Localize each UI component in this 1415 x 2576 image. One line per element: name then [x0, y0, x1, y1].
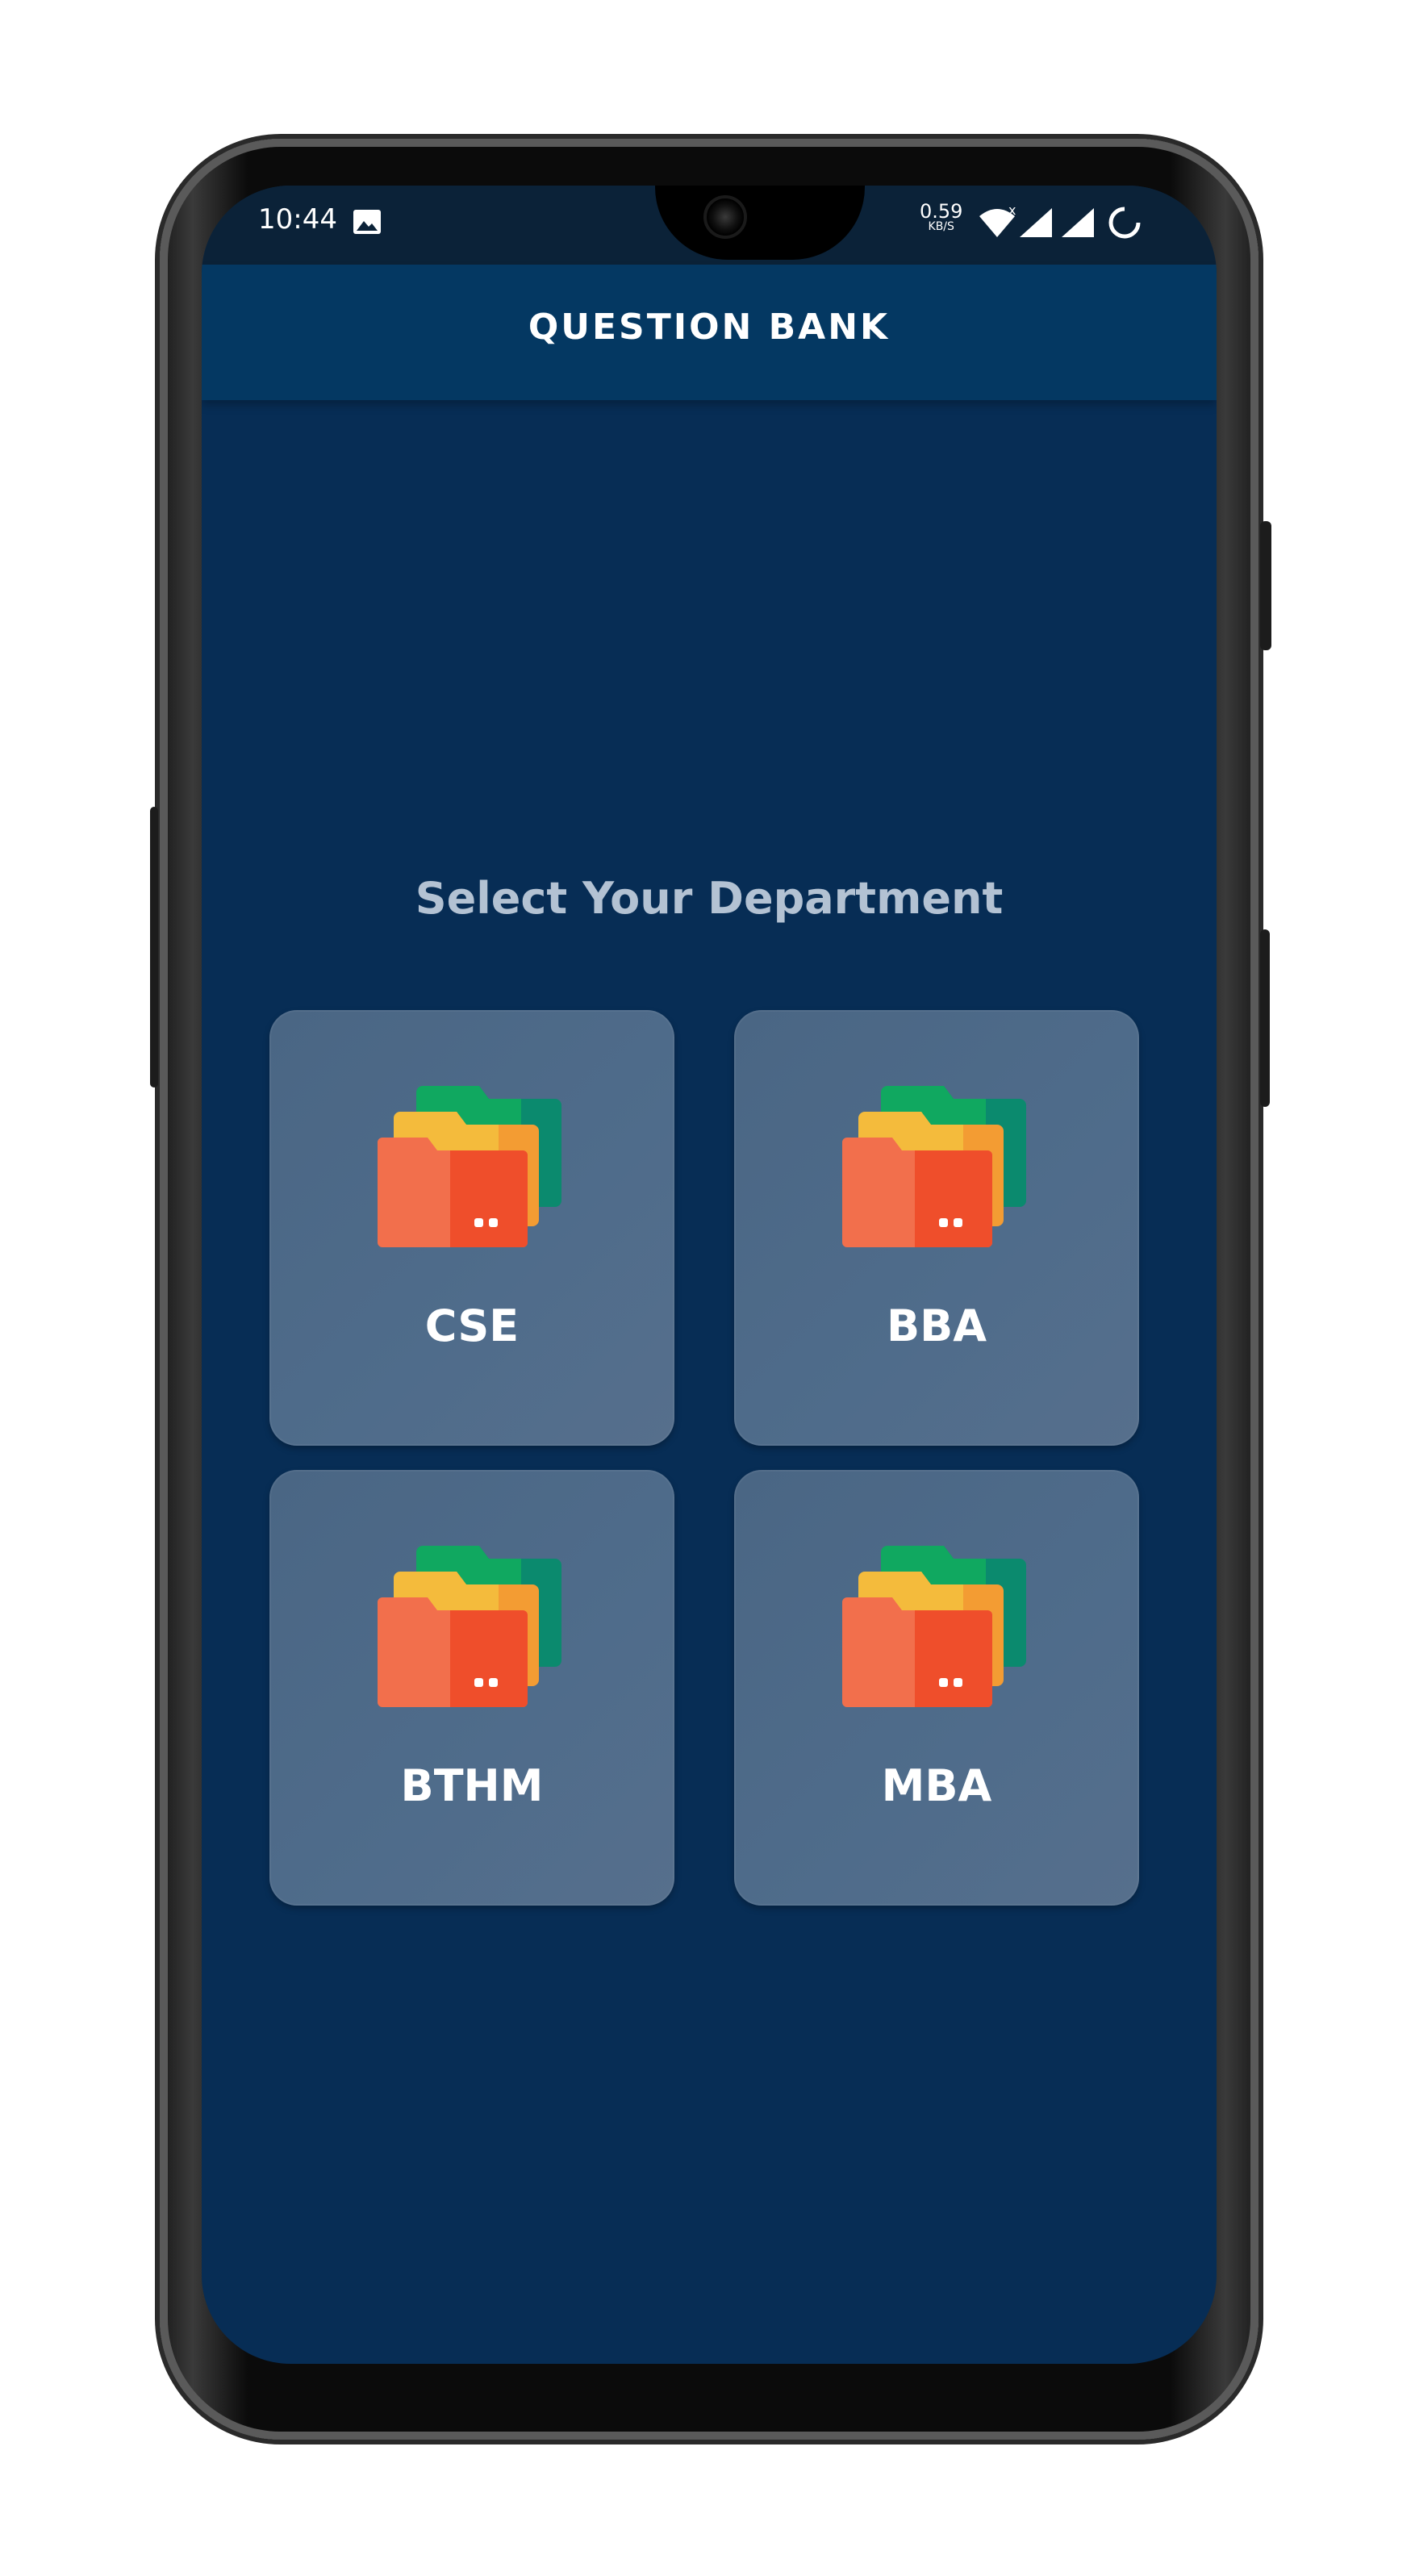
- alert-slider: [1260, 929, 1270, 1107]
- wifi-icon: x: [978, 202, 1016, 242]
- folders-icon: [842, 1546, 1026, 1707]
- svg-text:x: x: [1008, 207, 1016, 218]
- signal-icon: [1018, 207, 1054, 242]
- department-label: MBA: [881, 1760, 992, 1811]
- status-time: 10:44: [258, 203, 337, 236]
- folders-icon: [378, 1546, 561, 1707]
- loading-ring-icon: [1107, 207, 1142, 245]
- department-label: BTHM: [400, 1760, 544, 1811]
- network-speed-value: 0.59: [920, 200, 963, 223]
- department-label: CSE: [424, 1301, 520, 1351]
- folders-icon: [842, 1086, 1026, 1247]
- app-screen: 10:44 0.59 KB/S x QUESTION BANK Select Y…: [202, 186, 1217, 2364]
- department-card-bthm[interactable]: BTHM: [269, 1470, 674, 1906]
- volume-button: [150, 807, 158, 1088]
- app-bar: QUESTION BANK: [202, 265, 1217, 400]
- department-label: BBA: [886, 1301, 987, 1351]
- front-camera: [703, 195, 747, 239]
- department-card-bba[interactable]: BBA: [734, 1010, 1139, 1446]
- department-card-cse[interactable]: CSE: [269, 1010, 674, 1446]
- signal-icon: [1060, 207, 1096, 242]
- gallery-icon: [353, 210, 381, 234]
- network-speed-unit: KB/S: [928, 220, 954, 233]
- power-button: [1260, 521, 1271, 650]
- folders-icon: [378, 1086, 561, 1247]
- app-title: QUESTION BANK: [528, 307, 891, 348]
- page-heading: Select Your Department: [415, 873, 1004, 924]
- network-speed: 0.59 KB/S: [920, 202, 962, 232]
- department-card-mba[interactable]: MBA: [734, 1470, 1139, 1906]
